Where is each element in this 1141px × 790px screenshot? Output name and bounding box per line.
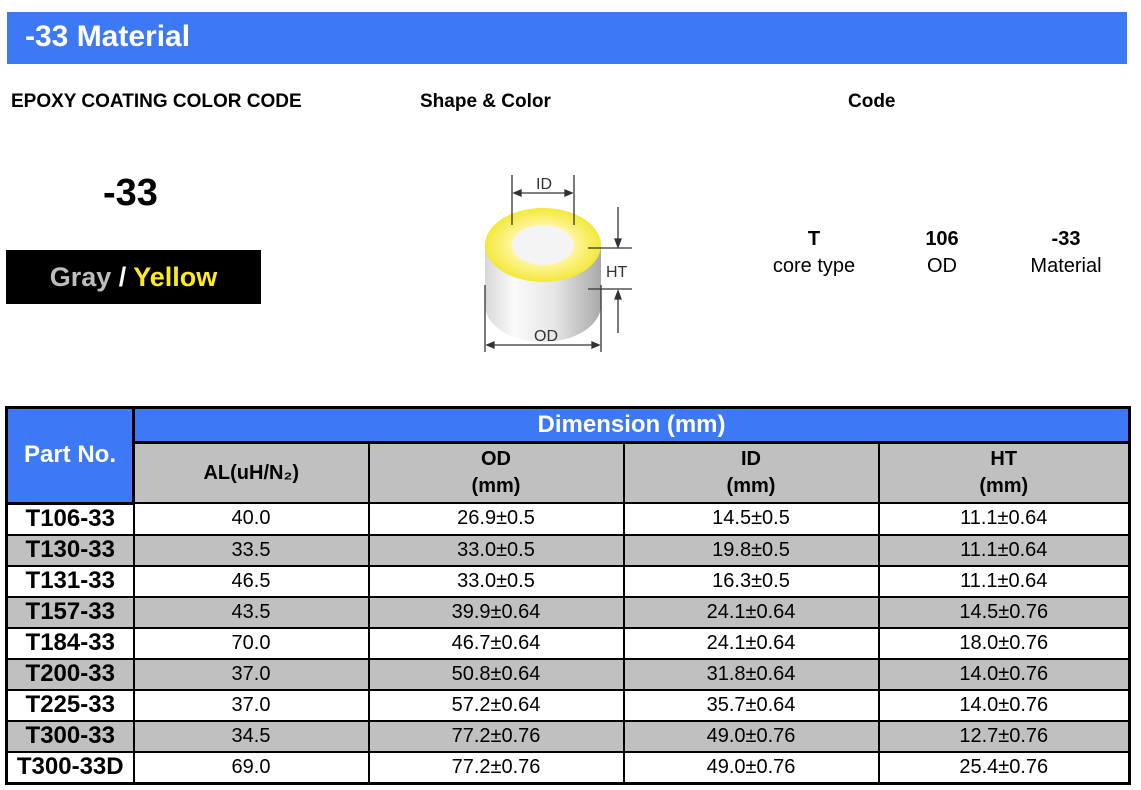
table-row: T131-33 46.5 33.0±0.5 16.3±0.5 11.1±0.64 xyxy=(5,564,1132,598)
color-yellow: Yellow xyxy=(133,262,218,292)
al-cell: 37.0 xyxy=(132,688,370,722)
ht-cell: 25.4±0.76 xyxy=(877,750,1132,785)
ht-label: HT xyxy=(606,264,628,281)
table-row: T184-33 70.0 46.7±0.64 24.1±0.64 18.0±0.76 xyxy=(5,626,1132,660)
id-cell: 49.0±0.76 xyxy=(622,750,880,785)
table-row: T130-33 33.5 33.0±0.5 19.8±0.5 11.1±0.64 xyxy=(5,533,1132,567)
dimension-header: Dimension (mm) xyxy=(131,406,1132,444)
material-code: -33 xyxy=(103,172,158,214)
ht-cell: 11.1±0.64 xyxy=(877,502,1132,536)
col-header-ht: HT (mm) xyxy=(877,441,1132,504)
table-row: T225-33 37.0 57.2±0.64 35.7±0.64 14.0±0.76 xyxy=(5,688,1132,722)
epoxy-header: EPOXY COATING COLOR CODE xyxy=(11,91,302,112)
id-cell: 31.8±0.64 xyxy=(622,657,880,691)
id-cell: 14.5±0.5 xyxy=(622,502,880,536)
table-row: T200-33 37.0 50.8±0.64 31.8±0.64 14.0±0.76 xyxy=(5,657,1132,691)
table-row: T300-33 34.5 77.2±0.76 49.0±0.76 12.7±0.76 xyxy=(5,719,1132,753)
al-cell: 34.5 xyxy=(132,719,370,753)
table-row: T300-33D 69.0 77.2±0.76 49.0±0.76 25.4±0.76 xyxy=(5,750,1132,785)
id-cell: 19.8±0.5 xyxy=(622,533,880,567)
od-cell: 33.0±0.5 xyxy=(367,533,625,567)
al-cell: 43.5 xyxy=(132,595,370,629)
table-row: T157-33 43.5 39.9±0.64 24.1±0.64 14.5±0.76 xyxy=(5,595,1132,629)
page-title: -33 Material xyxy=(25,20,191,53)
al-cell: 69.0 xyxy=(132,750,370,785)
id-label: ID xyxy=(536,176,552,193)
id-cell: 24.1±0.64 xyxy=(622,595,880,629)
ht-cell: 18.0±0.76 xyxy=(877,626,1132,660)
part-no-header: Part No. xyxy=(5,406,135,505)
al-cell: 33.5 xyxy=(132,533,370,567)
id-cell: 16.3±0.5 xyxy=(622,564,880,598)
shape-color-header: Shape & Color xyxy=(420,91,551,112)
od-cell: 57.2±0.64 xyxy=(367,688,625,722)
ht-cell: 11.1±0.64 xyxy=(877,564,1132,598)
title-bar: -33 Material xyxy=(7,12,1127,64)
col-header-od: OD (mm) xyxy=(367,441,625,504)
color-separator: / xyxy=(111,262,134,292)
ht-cell: 12.7±0.76 xyxy=(877,719,1132,753)
col-header-id: ID (mm) xyxy=(622,441,880,504)
al-cell: 46.5 xyxy=(132,564,370,598)
part-no-cell: T130-33 xyxy=(5,533,135,567)
part-no-cell: T106-33 xyxy=(5,502,135,536)
od-cell: 50.8±0.64 xyxy=(367,657,625,691)
part-no-cell: T225-33 xyxy=(5,688,135,722)
part-no-cell: T300-33 xyxy=(5,719,135,753)
ht-cell: 14.5±0.76 xyxy=(877,595,1132,629)
od-cell: 26.9±0.5 xyxy=(367,502,625,536)
ht-cell: 14.0±0.76 xyxy=(877,688,1132,722)
od-label: OD xyxy=(534,328,558,345)
part-no-cell: T200-33 xyxy=(5,657,135,691)
od-cell: 77.2±0.76 xyxy=(367,750,625,785)
al-cell: 40.0 xyxy=(132,502,370,536)
dimension-table: Part No. Dimension (mm) AL(uH/N₂) OD (mm)… xyxy=(5,406,1132,785)
al-cell: 37.0 xyxy=(132,657,370,691)
part-no-cell: T131-33 xyxy=(5,564,135,598)
code-part-material: -33 Material xyxy=(1030,228,1102,277)
ht-cell: 11.1±0.64 xyxy=(877,533,1132,567)
code-header: Code xyxy=(848,91,896,112)
table-row: T106-33 40.0 26.9±0.5 14.5±0.5 11.1±0.64 xyxy=(5,502,1132,536)
od-cell: 46.7±0.64 xyxy=(367,626,625,660)
part-no-cell: T184-33 xyxy=(5,626,135,660)
od-cell: 77.2±0.76 xyxy=(367,719,625,753)
toroid-diagram: ID HT OD xyxy=(484,175,632,352)
color-code-box: Gray / Yellow xyxy=(6,250,261,304)
od-cell: 39.9±0.64 xyxy=(367,595,625,629)
color-gray: Gray xyxy=(49,262,112,292)
al-cell: 70.0 xyxy=(132,626,370,660)
id-cell: 24.1±0.64 xyxy=(622,626,880,660)
id-cell: 35.7±0.64 xyxy=(622,688,880,722)
part-no-cell: T300-33D xyxy=(5,750,135,785)
col-header-al: AL(uH/N₂) xyxy=(132,441,370,504)
od-cell: 33.0±0.5 xyxy=(367,564,625,598)
id-cell: 49.0±0.76 xyxy=(622,719,880,753)
ht-cell: 14.0±0.76 xyxy=(877,657,1132,691)
part-no-cell: T157-33 xyxy=(5,595,135,629)
